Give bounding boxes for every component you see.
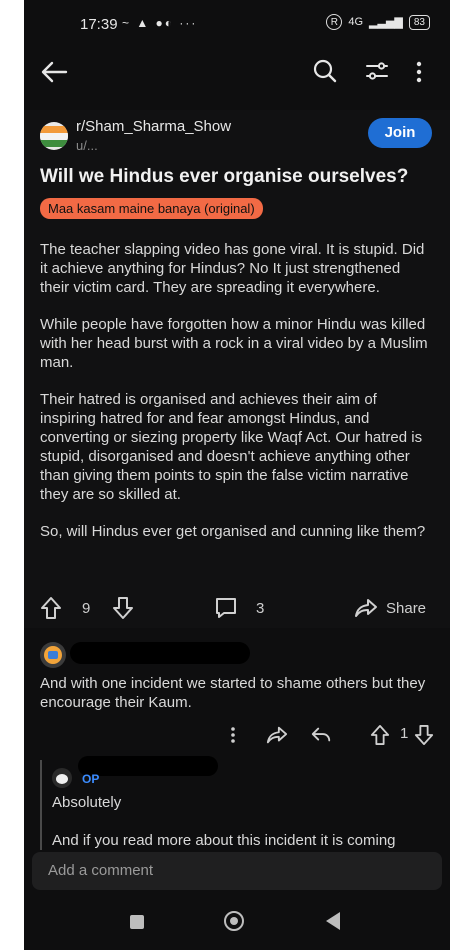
comment-count: 3 (256, 600, 265, 617)
system-nav-bar (24, 900, 450, 950)
reply-icon[interactable] (310, 724, 332, 746)
back-arrow-icon[interactable] (40, 60, 68, 84)
post-author[interactable]: u/... (76, 138, 98, 153)
reply-text: And if you read more about this incident… (52, 832, 396, 849)
more-options-icon[interactable] (230, 726, 236, 744)
post-card: r/Sham_Sharma_Show u/... Join Will we Hi… (24, 110, 450, 628)
status-time: 17:39 (80, 16, 118, 33)
share-icon[interactable] (266, 724, 288, 746)
op-avatar[interactable] (52, 768, 72, 788)
comment-text: And with one incident we started to sham… (40, 675, 426, 711)
more-options-icon[interactable] (414, 60, 424, 84)
registered-icon: R (326, 14, 343, 30)
phone-screen: 17:39 ~ ▲ ●◐ ··· R 4G ▂▃▅▇ 83 r/Sham_Sha… (24, 0, 450, 950)
post-flair[interactable]: Maa kasam maine banaya (original) (40, 198, 263, 219)
recents-button[interactable] (130, 915, 144, 929)
comment-icon[interactable] (214, 596, 238, 620)
home-button[interactable] (224, 911, 244, 931)
post-vote-count: 9 (82, 600, 91, 617)
reply-text: Absolutely (52, 794, 122, 811)
thread-line (40, 760, 42, 850)
back-button[interactable] (326, 912, 340, 930)
post-paragraph: The teacher slapping video has gone vira… (40, 241, 425, 296)
subreddit-name[interactable]: r/Sham_Sharma_Show (76, 118, 231, 135)
post-body: The teacher slapping video has gone vira… (40, 240, 432, 559)
status-bar: 17:39 ~ ▲ ●◐ ··· R 4G ▂▃▅▇ 83 (24, 0, 450, 50)
post-paragraph: So, will Hindus ever get organised and c… (40, 523, 426, 540)
post-paragraph: While people have forgotten how a minor … (40, 316, 428, 371)
op-badge: OP (82, 772, 100, 786)
signal-icon: ▂▃▅▇ (369, 16, 403, 29)
downvote-icon[interactable] (112, 596, 134, 620)
network-label: 4G (348, 16, 364, 28)
battery-icon: 83 (408, 14, 430, 30)
share-button[interactable]: Share (386, 600, 426, 617)
status-right-icons: R 4G ▂▃▅▇ 83 (326, 14, 430, 30)
comment-vote-count: 1 (400, 725, 409, 742)
search-icon[interactable] (312, 58, 338, 84)
status-notification-icons: ~ ▲ ●◐ ··· (122, 16, 198, 30)
post-title: Will we Hindus ever organise ourselves? (40, 166, 409, 187)
top-bar (24, 52, 450, 92)
upvote-icon[interactable] (370, 724, 390, 746)
post-actions: 9 3 Share (24, 594, 450, 624)
filter-icon[interactable] (364, 58, 390, 84)
upvote-icon[interactable] (40, 596, 62, 620)
redacted-username (70, 642, 250, 664)
downvote-icon[interactable] (414, 724, 434, 746)
share-icon[interactable] (354, 596, 378, 620)
subreddit-avatar[interactable] (40, 122, 68, 150)
comment-input[interactable]: Add a comment (32, 852, 442, 890)
join-button[interactable]: Join (368, 118, 432, 148)
commenter-avatar[interactable] (40, 642, 66, 668)
post-paragraph: Their hatred is organised and achieves t… (40, 391, 423, 503)
comment-actions: 1 (24, 722, 450, 748)
